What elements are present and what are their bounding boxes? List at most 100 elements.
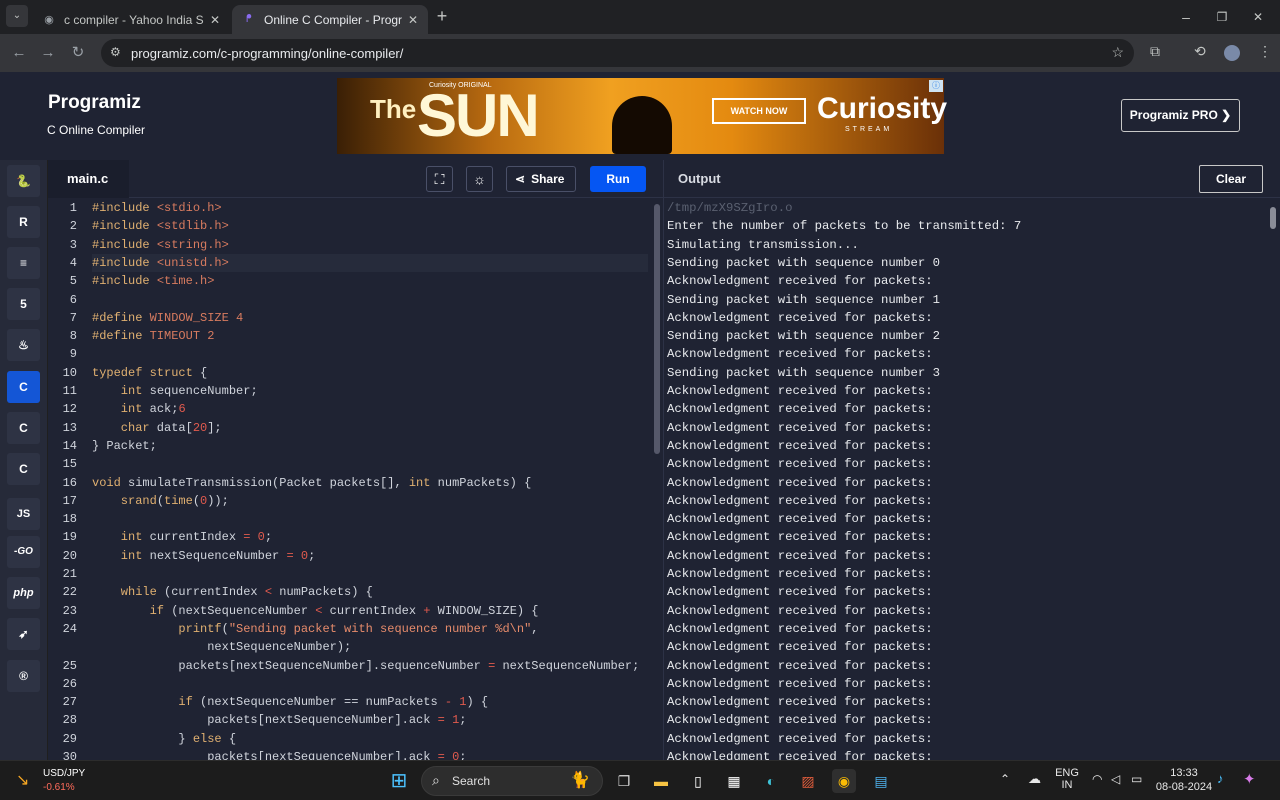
fullscreen-icon[interactable]: ⛶: [426, 166, 453, 192]
edge-icon[interactable]: ◐: [759, 769, 783, 793]
share-button[interactable]: ⋖ Share: [506, 166, 576, 192]
language-sidebar: 🐍 R ≡ 5 ♨ C C C JS -GO php ➶ ®: [0, 160, 47, 760]
battery-icon[interactable]: ▭: [1131, 772, 1142, 786]
extensions-icon[interactable]: ⧉: [1150, 43, 1160, 60]
ad-stream-text: STREAM: [845, 126, 893, 133]
new-tab-button[interactable]: +: [430, 4, 454, 28]
tab-search-menu-icon[interactable]: ⌄: [6, 5, 28, 27]
code-text: #include <time.h>: [92, 272, 214, 290]
java-lang-icon[interactable]: ♨: [7, 329, 40, 361]
volume-icon[interactable]: ◁: [1111, 772, 1120, 786]
ad-watch-now-button[interactable]: WATCH NOW: [712, 98, 806, 124]
tab-yahoo[interactable]: ◉ c compiler - Yahoo India Search ✕: [32, 5, 230, 34]
task-view-icon[interactable]: ❐: [612, 769, 636, 793]
sql-lang-icon[interactable]: ≡: [7, 247, 40, 279]
theme-toggle-icon[interactable]: ☼: [466, 166, 493, 192]
file-explorer-icon[interactable]: ▬: [649, 769, 673, 793]
language-indicator[interactable]: ENG IN: [1055, 767, 1079, 791]
wifi-icon[interactable]: ◠: [1092, 772, 1102, 786]
clear-button[interactable]: Clear: [1199, 165, 1263, 193]
notification-bell-icon[interactable]: ♪: [1217, 771, 1224, 786]
code-token: currentIndex: [322, 603, 424, 618]
python-lang-icon[interactable]: 🐍: [7, 165, 40, 197]
browser-menu-icon[interactable]: ⋮: [1258, 43, 1272, 60]
code-text: packets[nextSequenceNumber].ack = 0;: [92, 748, 466, 760]
advertisement-banner[interactable]: Curiosity ORIGINAL The SUN WATCH NOW Cur…: [337, 78, 947, 154]
tab-programiz[interactable]: ᖰ Online C Compiler - Programiz ✕: [232, 5, 428, 34]
taskbar-search[interactable]: ⌕ Search 🐈: [421, 766, 603, 796]
address-bar[interactable]: ⚙ programiz.com/c-programming/online-com…: [101, 39, 1134, 67]
lang-bottom: IN: [1061, 779, 1073, 791]
maximize-button[interactable]: ❐: [1210, 5, 1234, 29]
code-token: #include: [92, 219, 157, 234]
line-number: 19: [62, 530, 77, 545]
code-line: 28 packets[nextSequenceNumber].ack = 1;: [48, 711, 648, 729]
swift-lang-icon[interactable]: ➶: [7, 618, 40, 650]
output-scrollbar[interactable]: [1270, 207, 1276, 229]
bookmark-star-icon[interactable]: ☆: [1111, 44, 1124, 61]
html-lang-icon[interactable]: 5: [7, 288, 40, 320]
forward-icon[interactable]: →: [37, 42, 59, 64]
code-text: if (nextSequenceNumber == numPackets - 1…: [92, 693, 488, 711]
code-token: while: [92, 585, 157, 600]
back-icon[interactable]: ←: [8, 42, 30, 64]
r-lang-icon[interactable]: R: [7, 206, 40, 238]
ad-info-icon[interactable]: ⓘ: [929, 80, 943, 92]
code-token: printf: [92, 621, 222, 636]
go-lang-icon[interactable]: -GO: [7, 536, 40, 568]
chrome-icon[interactable]: ◉: [832, 769, 856, 793]
stock-widget[interactable]: ↘ USD/JPY -0.61%: [16, 767, 96, 795]
csharp-lang-icon[interactable]: C: [7, 453, 40, 485]
output-console[interactable]: /tmp/mzX9SZgIro.o Enter the number of pa…: [664, 199, 1280, 760]
paint-app-icon[interactable]: ▨: [796, 769, 820, 793]
windows-taskbar: ↘ USD/JPY -0.61% ⊞ ⌕ Search 🐈 ❐ ▬ ▯ ▦ ◐ …: [0, 760, 1280, 800]
code-token: ;: [308, 548, 316, 563]
line-number: 13: [62, 420, 77, 435]
site-header: Programiz C Online Compiler Curiosity OR…: [0, 72, 1280, 160]
code-token: -: [444, 695, 453, 710]
code-token: char: [92, 420, 150, 435]
notepad-icon[interactable]: ▤: [869, 769, 893, 793]
code-token: numPackets) {: [430, 475, 532, 490]
rust-lang-icon[interactable]: ®: [7, 660, 40, 692]
code-line: 29 } else {: [48, 730, 648, 748]
site-info-icon[interactable]: ⚙: [110, 45, 121, 59]
copilot-icon[interactable]: ✦: [1243, 770, 1256, 788]
file-tab-main-c[interactable]: main.c: [48, 160, 129, 198]
profile-avatar[interactable]: [1224, 45, 1240, 61]
notes-app-icon[interactable]: ▯: [686, 769, 710, 793]
show-hidden-icons[interactable]: ⌃: [1000, 772, 1010, 786]
code-token: WINDOW_SIZE 4: [149, 310, 244, 325]
output-line: Sending packet with sequence number 3: [667, 365, 941, 380]
url-text: programiz.com/c-programming/online-compi…: [131, 46, 404, 61]
close-tab-icon[interactable]: ✕: [408, 13, 418, 27]
store-icon[interactable]: ▦: [722, 769, 746, 793]
code-text: int nextSequenceNumber = 0;: [92, 547, 315, 565]
code-line: 15: [48, 455, 648, 473]
output-line: Simulating transmission...: [667, 237, 859, 252]
close-tab-icon[interactable]: ✕: [210, 13, 220, 27]
clock[interactable]: 13:33 08-08-2024: [1152, 767, 1216, 793]
output-line: Acknowledgment received for packets:: [667, 457, 933, 472]
onedrive-icon[interactable]: ☁: [1028, 771, 1041, 787]
close-window-button[interactable]: ✕: [1246, 5, 1270, 29]
programiz-pro-button[interactable]: Programiz PRO ❯: [1121, 99, 1240, 132]
cpp-lang-icon[interactable]: C: [7, 412, 40, 444]
code-token: 20: [192, 420, 208, 435]
output-line: Acknowledgment received for packets:: [667, 402, 933, 417]
programiz-logo[interactable]: Programiz: [48, 92, 141, 114]
performance-icon[interactable]: ⟲: [1194, 43, 1206, 60]
code-area[interactable]: 1 #include <stdio.h> 2 #include <stdlib.h> 3…: [48, 199, 663, 760]
php-lang-icon[interactable]: php: [7, 577, 40, 609]
js-lang-icon[interactable]: JS: [7, 498, 40, 530]
minimize-button[interactable]: –: [1174, 5, 1198, 29]
output-line: Acknowledgment received for packets:: [667, 310, 933, 325]
share-label: Share: [531, 172, 565, 186]
editor-scrollbar[interactable]: [654, 204, 660, 454]
reload-icon[interactable]: ↻: [67, 42, 89, 64]
run-button[interactable]: Run: [590, 166, 646, 192]
browser-toolbar: ← → ↻ ⚙ programiz.com/c-programming/onli…: [0, 34, 1280, 72]
windows-start-icon[interactable]: ⊞: [387, 769, 411, 793]
c-lang-icon[interactable]: C: [7, 371, 40, 403]
